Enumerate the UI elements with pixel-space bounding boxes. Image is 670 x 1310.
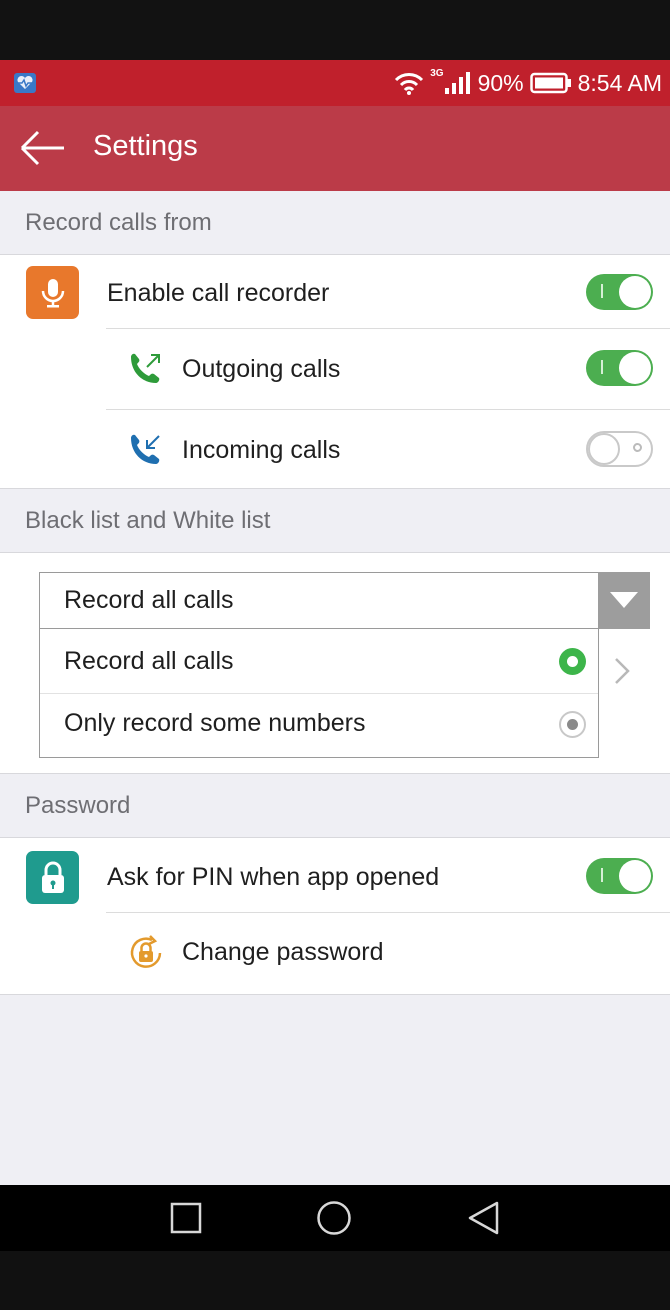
battery-percent: 90%	[477, 69, 524, 96]
radio-unselected-icon[interactable]	[559, 711, 586, 738]
chevron-down-icon[interactable]	[598, 572, 650, 629]
status-bar: 3G 90% 8:54 AM	[0, 60, 670, 106]
section-header-lists: Black list and White list	[25, 506, 271, 534]
outgoing-calls-toggle[interactable]	[586, 350, 653, 386]
outgoing-calls-label: Outgoing calls	[182, 355, 341, 383]
option-record-all-calls[interactable]: Record all calls	[40, 629, 598, 694]
option-label: Only record some numbers	[64, 709, 366, 737]
section-header-password: Password	[25, 791, 131, 819]
enable-call-recorder-row[interactable]: Enable call recorder	[0, 255, 670, 329]
back-triangle-icon[interactable]	[466, 1200, 502, 1236]
home-icon[interactable]	[316, 1200, 352, 1236]
enable-call-recorder-toggle[interactable]	[586, 274, 653, 310]
section-header-record-calls: Record calls from	[25, 208, 212, 236]
incoming-calls-row[interactable]: Incoming calls	[0, 410, 670, 490]
record-mode-options: Record all calls Only record some number…	[39, 628, 599, 758]
chevron-right-icon[interactable]	[612, 656, 632, 690]
recent-apps-icon[interactable]	[168, 1200, 204, 1236]
record-mode-dropdown[interactable]: Record all calls	[39, 572, 650, 629]
clock: 8:54 AM	[577, 69, 662, 96]
option-label: Record all calls	[64, 647, 234, 675]
top-black-bar	[0, 0, 670, 60]
incoming-calls-label: Incoming calls	[182, 436, 341, 464]
ask-pin-row[interactable]: Ask for PIN when app opened	[0, 838, 670, 913]
ask-pin-label: Ask for PIN when app opened	[107, 863, 440, 891]
change-password-row[interactable]: Change password	[0, 913, 670, 995]
radio-selected-icon[interactable]	[559, 648, 586, 675]
app-bar: Settings	[0, 106, 670, 191]
password-group: Ask for PIN when app opened Change passw…	[0, 837, 670, 995]
dropdown-value: Record all calls	[64, 586, 234, 614]
lock-icon	[26, 851, 79, 904]
enable-call-recorder-label: Enable call recorder	[107, 279, 330, 307]
network-type: 3G	[430, 67, 444, 79]
outgoing-call-icon	[127, 351, 163, 391]
system-nav-bar	[0, 1185, 670, 1251]
signal-icon	[444, 72, 470, 94]
arrow-left-icon[interactable]	[20, 128, 68, 168]
battery-icon	[529, 72, 571, 94]
option-only-some-numbers[interactable]: Only record some numbers	[40, 694, 598, 758]
wifi-icon	[395, 73, 424, 95]
record-calls-group: Enable call recorder Outgoing calls Inco…	[0, 254, 670, 489]
lock-rotate-icon	[126, 933, 166, 977]
outgoing-calls-row[interactable]: Outgoing calls	[0, 329, 670, 410]
incoming-call-icon	[127, 432, 163, 472]
change-password-label: Change password	[182, 938, 384, 966]
incoming-calls-toggle[interactable]	[586, 431, 653, 467]
page-title: Settings	[93, 130, 198, 162]
bottom-black-bar	[0, 1251, 670, 1310]
settings-content: Record calls from Enable call recorder O…	[0, 191, 670, 1185]
heart-monitor-app-icon	[14, 73, 36, 93]
microphone-icon	[26, 266, 79, 319]
ask-pin-toggle[interactable]	[586, 858, 653, 894]
